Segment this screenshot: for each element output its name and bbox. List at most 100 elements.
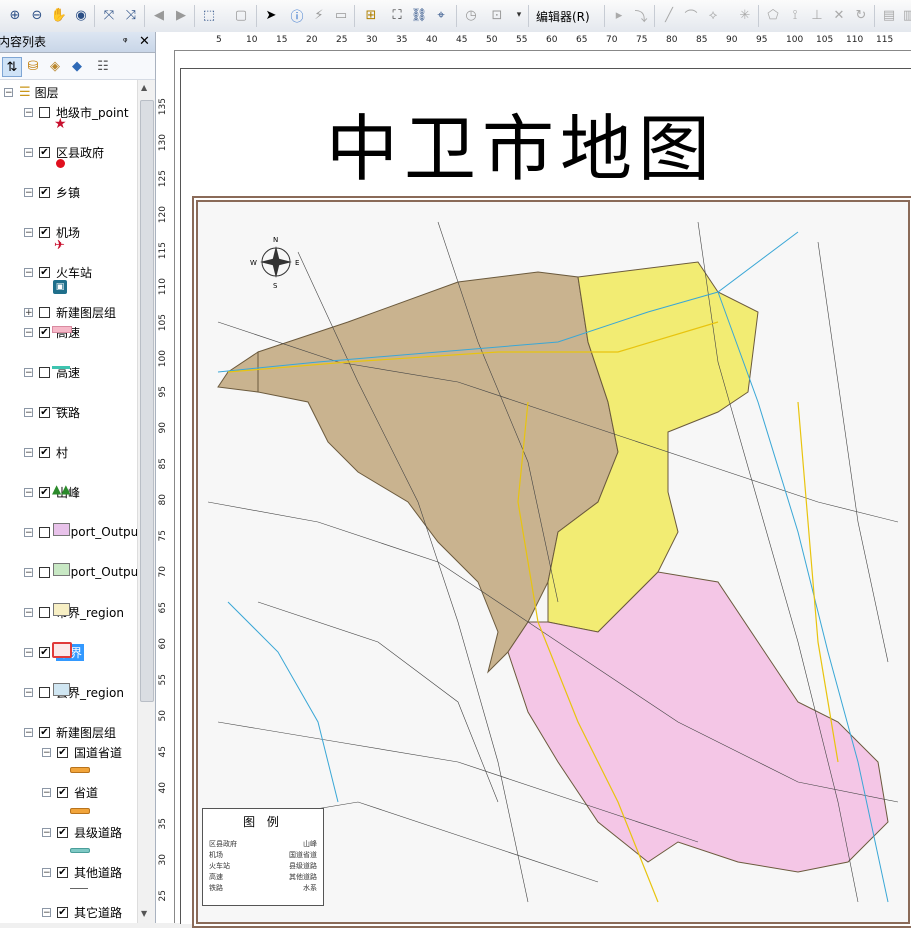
select-features-icon[interactable]: ⬚: [200, 6, 218, 24]
split-icon[interactable]: ✕: [830, 6, 848, 24]
layer-visibility-checkbox[interactable]: ✔: [39, 326, 50, 338]
collapse-icon[interactable]: −: [24, 447, 33, 457]
clear-selection-icon[interactable]: ▢: [232, 6, 250, 24]
layer-visibility-checkbox[interactable]: ✔: [57, 866, 68, 878]
pan-icon[interactable]: ✋: [50, 6, 68, 24]
create-viewer-icon[interactable]: ⊡: [488, 6, 506, 24]
go-to-xy-icon[interactable]: ⌖: [432, 6, 450, 24]
layer-label[interactable]: 其它道路: [74, 904, 122, 921]
collapse-icon[interactable]: −: [24, 147, 33, 157]
back-icon[interactable]: ◀: [150, 6, 168, 24]
collapse-icon[interactable]: −: [42, 827, 51, 837]
collapse-icon[interactable]: −: [42, 907, 51, 917]
collapse-icon[interactable]: −: [24, 527, 33, 537]
full-extent-icon[interactable]: ◉: [72, 6, 90, 24]
layer-visibility-checkbox[interactable]: ✔: [39, 646, 50, 658]
collapse-icon[interactable]: −: [24, 367, 33, 377]
trace-icon[interactable]: ⟡: [704, 6, 722, 24]
reshape-icon[interactable]: ⟟: [786, 6, 804, 24]
map-title[interactable]: 中卫市地图: [326, 90, 716, 195]
layer-label[interactable]: 地级市_point: [56, 104, 129, 121]
collapse-icon[interactable]: −: [24, 187, 33, 197]
identify-icon[interactable]: ⓘ: [288, 6, 306, 25]
layer-label[interactable]: 国道省道: [74, 744, 122, 761]
layer-label[interactable]: 村: [56, 444, 68, 461]
close-icon[interactable]: ✕: [139, 32, 150, 52]
collapse-icon[interactable]: −: [24, 607, 33, 617]
layer-label[interactable]: 火车站: [56, 264, 92, 281]
measure-icon[interactable]: ⊞: [362, 6, 380, 24]
collapse-icon[interactable]: −: [24, 727, 33, 737]
layer-visibility-checkbox[interactable]: ✔: [39, 726, 50, 738]
list-by-source-icon[interactable]: ⛁: [24, 57, 42, 75]
layer-visibility-checkbox[interactable]: ✔: [39, 266, 50, 278]
layer-label[interactable]: 新建图层组: [56, 724, 116, 741]
layer-row[interactable]: − ✔ 村: [24, 442, 68, 462]
options-icon[interactable]: ☷: [94, 57, 112, 75]
edit-tool-icon[interactable]: ▸: [610, 6, 628, 24]
layer-visibility-checkbox[interactable]: [39, 526, 50, 538]
layer-row[interactable]: − 地级市_point: [24, 102, 129, 122]
layer-row[interactable]: − 县界_region: [24, 682, 124, 702]
layer-label[interactable]: 省道: [74, 784, 98, 801]
point-icon[interactable]: ✳: [736, 6, 754, 24]
scroll-down-icon[interactable]: ▼: [141, 909, 147, 918]
layer-row[interactable]: − 高速: [24, 362, 80, 382]
layer-visibility-checkbox[interactable]: [39, 606, 50, 618]
layer-row[interactable]: − ✔ 县级道路: [42, 822, 122, 842]
layer-visibility-checkbox[interactable]: [39, 306, 50, 318]
straight-segment-icon[interactable]: ╱: [660, 6, 678, 24]
layer-row[interactable]: − ✔ 国道省道: [42, 742, 122, 762]
find-icon[interactable]: ⛶: [388, 6, 406, 24]
layer-visibility-checkbox[interactable]: [39, 366, 50, 378]
list-by-drawing-order-icon[interactable]: ⇅: [2, 57, 22, 77]
fixed-zoom-in-icon[interactable]: ⤧: [100, 6, 118, 24]
layer-row[interactable]: − ✔ 新建图层组: [24, 722, 116, 742]
layer-visibility-checkbox[interactable]: ✔: [57, 906, 68, 918]
layer-visibility-checkbox[interactable]: ✔: [39, 446, 50, 458]
toc-scrollbar[interactable]: ▲ ▼: [137, 80, 155, 923]
list-by-selection-icon[interactable]: ◆: [68, 57, 86, 75]
list-by-visibility-icon[interactable]: ◈: [46, 57, 64, 75]
collapse-icon[interactable]: −: [24, 107, 33, 117]
collapse-icon[interactable]: −: [24, 227, 33, 237]
cut-polygons-icon[interactable]: ⊥: [808, 6, 826, 24]
layer-visibility-checkbox[interactable]: [39, 686, 50, 698]
layer-visibility-checkbox[interactable]: ✔: [39, 486, 50, 498]
layer-row[interactable]: − ✔ 铁路: [24, 402, 80, 422]
edit-annotation-icon[interactable]: ⤵: [632, 6, 650, 25]
collapse-icon[interactable]: −: [42, 867, 51, 877]
layer-visibility-checkbox[interactable]: ✔: [39, 406, 50, 418]
rotate-icon[interactable]: ↻: [852, 6, 870, 24]
layer-label[interactable]: 乡镇: [56, 184, 80, 201]
layer-visibility-checkbox[interactable]: ✔: [57, 786, 68, 798]
time-slider-icon[interactable]: ◷: [462, 6, 480, 24]
collapse-icon[interactable]: −: [24, 567, 33, 577]
expand-icon[interactable]: +: [24, 307, 33, 317]
layer-row[interactable]: − ✔ 乡镇: [24, 182, 80, 202]
layer-visibility-checkbox[interactable]: ✔: [57, 746, 68, 758]
edit-vertices-icon[interactable]: ⬠: [764, 6, 782, 24]
layer-row[interactable]: − ✔ 其他道路: [42, 862, 122, 882]
layer-row[interactable]: − Export_Outpu: [24, 562, 137, 582]
layer-visibility-checkbox[interactable]: ✔: [39, 226, 50, 238]
collapse-icon[interactable]: −: [4, 87, 13, 97]
collapse-icon[interactable]: −: [24, 407, 33, 417]
layer-row[interactable]: + 新建图层组: [24, 302, 116, 322]
layout-view[interactable]: 5 10 15 20 25 30 35 40 45 50 55 60 65 70 75 80 85 90 95 100…: [156, 32, 911, 928]
layer-row[interactable]: − ✔ 区县政府: [24, 142, 104, 162]
scroll-up-icon[interactable]: ▲: [141, 83, 147, 92]
editor-menu[interactable]: 编辑器(R): [536, 8, 590, 25]
map-legend[interactable]: 图 例 区县政府 山峰 机场 国道省道 火车站 县级道路 高速 其他道路 铁路 水系: [202, 808, 324, 906]
hyperlink-icon[interactable]: ⚡: [310, 6, 328, 24]
layer-label[interactable]: 新建图层组: [56, 304, 116, 321]
layer-label[interactable]: 其他道路: [74, 864, 122, 881]
layer-row[interactable]: − ✔ 火车站: [24, 262, 92, 282]
layer-visibility-checkbox[interactable]: ✔: [39, 146, 50, 158]
layer-visibility-checkbox[interactable]: ✔: [57, 826, 68, 838]
sketch-properties-icon[interactable]: ▥: [900, 6, 911, 24]
collapse-icon[interactable]: −: [24, 487, 33, 497]
layer-label[interactable]: 县级道路: [74, 824, 122, 841]
collapse-icon[interactable]: −: [42, 787, 51, 797]
collapse-icon[interactable]: −: [24, 267, 33, 277]
